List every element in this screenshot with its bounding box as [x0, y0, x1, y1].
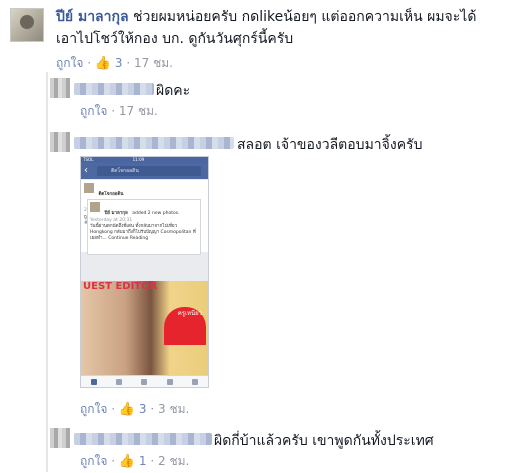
reply-meta: ถูกใจ · 👍 1 · 2 ชม. — [80, 454, 190, 469]
comment-time[interactable]: 17 ชม. — [134, 56, 173, 70]
comment-text-line1: ช่วยผมหน่อยครับ กดlikeน้อยๆ แต่ออกความเห… — [133, 9, 477, 25]
avatar[interactable] — [50, 132, 70, 152]
more-icon — [192, 378, 199, 385]
like-link[interactable]: ถูกใจ — [56, 56, 83, 70]
reply-meta: ถูกใจ · 17 ชม. — [80, 104, 158, 118]
reply-text: ผิดคะ — [156, 83, 191, 99]
like-count[interactable]: 3 — [139, 402, 147, 416]
thumb-up-icon: 👍 — [118, 402, 136, 417]
like-link[interactable]: ถูกใจ — [80, 454, 107, 468]
notifications-icon — [166, 378, 173, 385]
reply-author[interactable] — [74, 433, 212, 445]
reply-text: สลอต เจ้าของวลีตอบมาจิ้งครับ — [237, 137, 423, 153]
shared-author-avatar — [90, 202, 100, 212]
avatar[interactable] — [50, 428, 70, 448]
reply-author[interactable] — [74, 137, 234, 149]
magazine-cover-photo: UEST EDITOR ครูเหนียว — [81, 281, 208, 376]
reply-meta: ถูกใจ · 👍 3 · 3 ชม. — [80, 402, 190, 417]
requests-icon — [116, 378, 123, 385]
back-icon: ‹ — [84, 165, 88, 176]
phone-tab-bar — [81, 375, 208, 387]
attached-screenshot[interactable]: TSOL 11:09 ‹ ติดโจกออดิน ติดโจกออดิน 20 … — [80, 156, 209, 388]
comment-body: ปีย์ มาลากุล ช่วยผมหน่อยครับ กดlikeน้อยๆ… — [56, 6, 526, 50]
like-link[interactable]: ถูกใจ — [80, 104, 107, 118]
phone-search-box: ติดโจกออดิน — [97, 166, 201, 176]
reply-author[interactable] — [74, 83, 154, 95]
comment-text-line2: เอาไปโชว์ให้กอง บก. ดูกันวันศุกร์นี้ครับ — [56, 31, 294, 47]
comment-meta: ถูกใจ · 👍 3 · 17 ชม. — [56, 56, 173, 71]
reply-time[interactable]: 3 ชม. — [158, 402, 189, 416]
shared-post-card: ปีย์ มาลากุล added 2 new photos. Yesterd… — [87, 199, 201, 255]
avatar[interactable] — [10, 8, 44, 42]
page-avatar — [84, 183, 94, 193]
reply-text: ผิดกี่บ้าแล้วครับ เขาพูดกันทั้งประเทศ — [214, 433, 434, 449]
reply-time[interactable]: 2 ชม. — [158, 454, 189, 468]
reply-thread-line — [46, 72, 48, 472]
avatar[interactable] — [50, 78, 70, 98]
messenger-icon — [141, 378, 148, 385]
like-link[interactable]: ถูกใจ — [80, 402, 107, 416]
thumb-up-icon: 👍 — [94, 56, 112, 71]
thumb-up-icon: 👍 — [118, 454, 136, 469]
phone-nav-bar: ‹ ติดโจกออดิน — [81, 163, 208, 179]
comment-author[interactable]: ปีย์ มาลากุล — [56, 9, 129, 25]
like-count[interactable]: 3 — [115, 56, 123, 70]
reply-time[interactable]: 17 ชม. — [119, 104, 158, 118]
like-count[interactable]: 1 — [139, 454, 147, 468]
news-feed-icon — [90, 378, 97, 385]
